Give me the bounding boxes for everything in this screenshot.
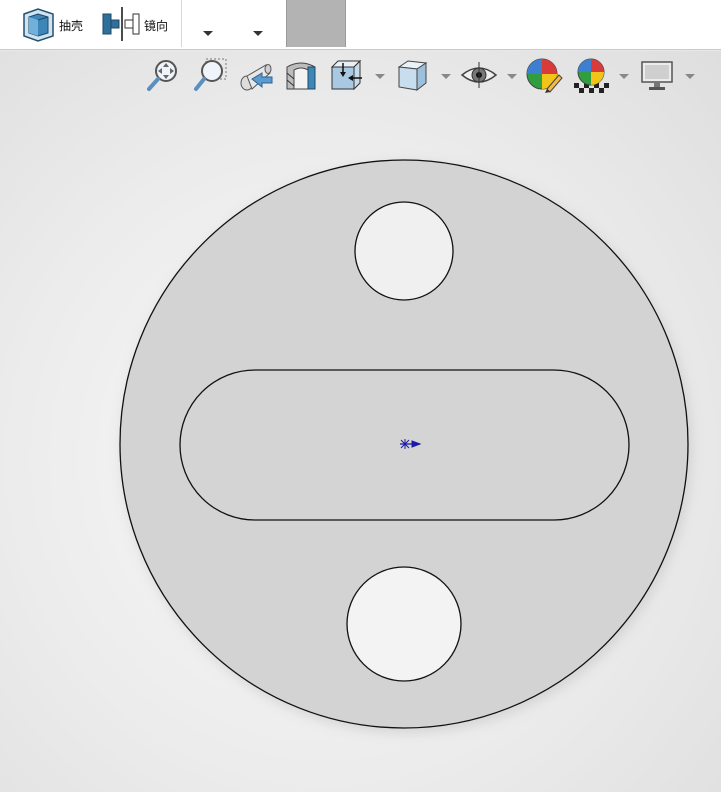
command-toolbar: 抽壳 镜向 (0, 0, 721, 50)
toolbar-tab-placeholder[interactable] (286, 0, 346, 47)
toolbar-divider (181, 0, 182, 47)
dropdown-arrow-icon[interactable] (203, 31, 213, 36)
dropdown-arrow-icon[interactable] (253, 31, 263, 36)
mirror-label: 镜向 (144, 18, 169, 33)
mirror-button[interactable]: 镜向 (101, 6, 168, 44)
shell-icon (20, 6, 56, 45)
mirror-icon (101, 6, 141, 45)
graphics-viewport[interactable] (0, 51, 721, 792)
part-model (119, 159, 692, 733)
shell-button[interactable]: 抽壳 (20, 6, 83, 44)
shell-label: 抽壳 (59, 18, 84, 33)
